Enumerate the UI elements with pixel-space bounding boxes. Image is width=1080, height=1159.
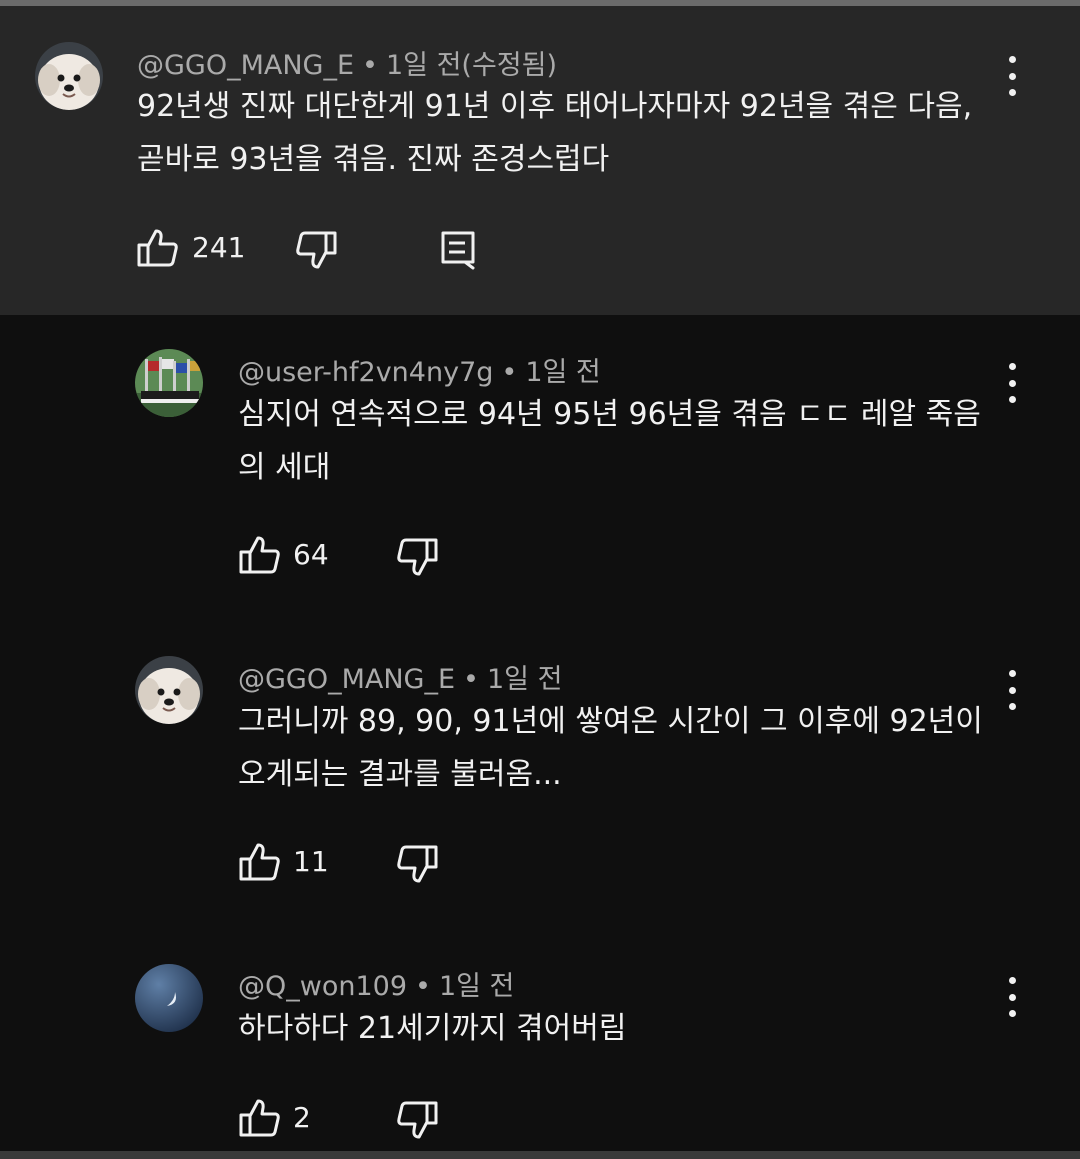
bottom-divider	[0, 1151, 1080, 1159]
author-name[interactable]: @user-hf2vn4ny7g	[238, 357, 493, 388]
comment-meta: @GGO_MANG_E • 1일 전	[238, 664, 563, 695]
like-count: 2	[293, 1101, 311, 1134]
like-count: 241	[192, 231, 246, 264]
comment-text: 심지어 연속적으로 94년 95년 96년을 겪음 ㄷㄷ 레알 죽음의 세대	[238, 397, 981, 485]
author-name[interactable]: @Q_won109	[238, 971, 407, 1002]
author-name[interactable]: @GGO_MANG_E	[238, 664, 455, 695]
puppy-avatar-icon[interactable]	[135, 656, 203, 724]
reply-icon[interactable]	[436, 228, 480, 272]
comment-timestamp: 1일 전	[525, 357, 601, 388]
comment-meta: @Q_won109 • 1일 전	[238, 971, 515, 1002]
dislike-icon[interactable]	[294, 228, 338, 272]
like-icon[interactable]	[238, 840, 282, 884]
dislike-icon[interactable]	[395, 535, 439, 579]
comment-text: 하다하다 21세기까지 겪어버림	[238, 1011, 627, 1046]
comment-timestamp: 1일 전	[438, 971, 515, 1002]
more-options-icon[interactable]	[1002, 977, 1022, 1017]
comment-text: 그러니까 89, 90, 91년에 쌓여온 시간이 그 이후에 92년이 오게되…	[238, 704, 983, 792]
like-icon[interactable]	[238, 1096, 282, 1140]
crescent-moon-avatar-icon[interactable]	[135, 964, 203, 1032]
like-icon[interactable]	[136, 226, 180, 270]
more-options-icon[interactable]	[1002, 670, 1022, 710]
comment-timestamp: 1일 전(수정됨)	[385, 50, 558, 81]
dislike-icon[interactable]	[395, 842, 439, 886]
dislike-icon[interactable]	[395, 1098, 439, 1142]
more-options-icon[interactable]	[1002, 56, 1022, 96]
parade-flags-avatar-icon[interactable]	[135, 349, 203, 417]
comment-meta: @user-hf2vn4ny7g • 1일 전	[238, 357, 601, 388]
author-name[interactable]: @GGO_MANG_E	[137, 50, 354, 81]
more-options-icon[interactable]	[1002, 363, 1022, 403]
comment-timestamp: 1일 전	[486, 664, 563, 695]
puppy-avatar-icon[interactable]	[35, 42, 103, 110]
like-icon[interactable]	[238, 533, 282, 577]
comment-meta: @GGO_MANG_E • 1일 전(수정됨)	[137, 50, 558, 81]
like-count: 11	[293, 845, 329, 878]
like-count: 64	[293, 538, 329, 571]
comment-text: 92년생 진짜 대단한게 91년 이후 태어나자마자 92년을 겪은 다음, 곧…	[137, 89, 973, 177]
